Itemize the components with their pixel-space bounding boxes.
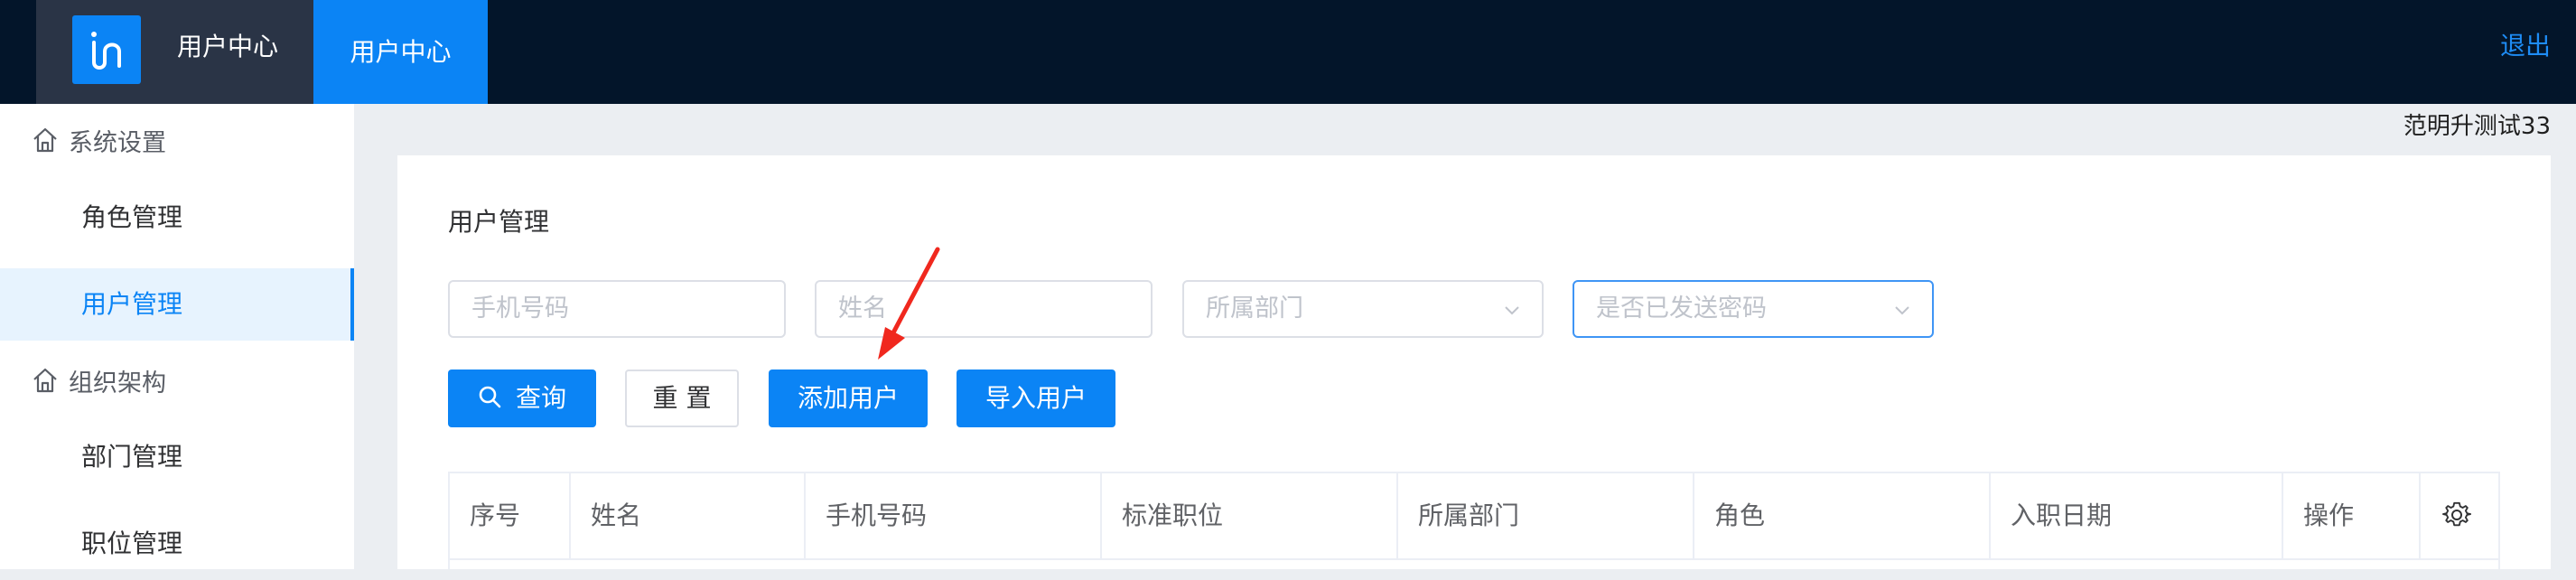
import-users-button[interactable]: 导入用户	[957, 370, 1115, 427]
gear-icon[interactable]	[2442, 500, 2471, 529]
phone-input[interactable]: 手机号码	[448, 280, 786, 338]
sidebar-group-label: 系统设置	[69, 128, 166, 157]
column-header-actions: 操作	[2283, 473, 2421, 558]
tab-user-center[interactable]: 用户中心	[313, 0, 488, 104]
column-settings-cell	[2421, 473, 2498, 558]
sidebar-group-label: 组织架构	[69, 369, 166, 398]
sidebar-group-organization[interactable]: 组织架构	[31, 359, 166, 402]
home-icon	[33, 127, 57, 153]
add-user-button[interactable]: 添加用户	[769, 370, 928, 427]
sidebar-item-department-management[interactable]: 部门管理	[0, 421, 354, 493]
chevron-down-icon	[1505, 306, 1519, 315]
logo-icon	[91, 32, 121, 70]
users-table: 序号 姓名 手机号码 标准职位 所属部门 角色 入职日期 操作	[448, 472, 2500, 569]
sidebar-item-position-management[interactable]: 职位管理	[0, 508, 354, 580]
search-button[interactable]: 查询	[448, 370, 596, 427]
app-logo	[72, 15, 141, 84]
column-header-name: 姓名	[571, 473, 806, 558]
column-header-role: 角色	[1694, 473, 1991, 558]
column-header-phone: 手机号码	[806, 473, 1102, 558]
brand-title: 用户中心	[177, 32, 279, 61]
reset-button[interactable]: 重 置	[625, 370, 739, 427]
sidebar-item-role-management[interactable]: 角色管理	[0, 182, 354, 254]
current-user-name: 范明升测试33	[2403, 113, 2551, 140]
top-bar: 用户中心 用户中心 退出	[0, 0, 2576, 104]
sidebar-item-user-management[interactable]: 用户管理	[0, 268, 354, 341]
chevron-down-icon	[1895, 306, 1909, 315]
page-title: 用户管理	[448, 207, 550, 237]
column-header-position: 标准职位	[1102, 473, 1398, 558]
home-icon	[33, 368, 57, 393]
password-sent-select[interactable]: 是否已发送密码	[1573, 280, 1934, 338]
column-header-hire-date: 入职日期	[1991, 473, 2283, 558]
column-header-department: 所属部门	[1398, 473, 1694, 558]
column-header-index: 序号	[450, 473, 571, 558]
table-header-divider	[450, 558, 2498, 560]
search-icon	[479, 386, 501, 408]
department-select-placeholder: 所属部门	[1206, 295, 1303, 323]
sidebar-group-system-settings[interactable]: 系统设置	[31, 118, 166, 162]
password-sent-select-placeholder: 是否已发送密码	[1596, 295, 1767, 323]
department-select[interactable]: 所属部门	[1182, 280, 1544, 338]
logout-link[interactable]: 退出	[2500, 28, 2551, 64]
name-input[interactable]: 姓名	[815, 280, 1153, 338]
search-button-label: 查询	[515, 383, 566, 413]
